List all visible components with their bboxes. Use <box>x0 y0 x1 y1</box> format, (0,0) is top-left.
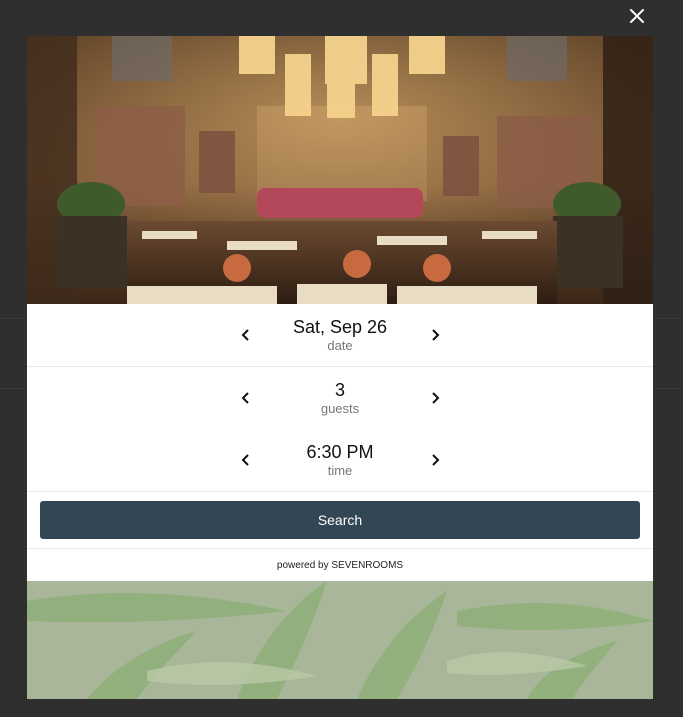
chevron-right-icon <box>432 329 440 341</box>
date-caption: date <box>327 338 353 353</box>
time-selector: 6:30 PM time <box>27 429 653 492</box>
next-time-button[interactable] <box>425 447 447 473</box>
date-value: Sat, Sep 26 <box>292 317 388 337</box>
restaurant-photo <box>27 36 653 304</box>
next-date-button[interactable] <box>425 322 447 348</box>
reservation-modal: Sat, Sep 26 date 3 guests 6:30 PM time S… <box>27 36 653 699</box>
chevron-right-icon <box>432 454 440 466</box>
increase-guests-button[interactable] <box>425 385 447 411</box>
guests-value: 3 <box>334 380 345 400</box>
guests-caption: guests <box>320 401 360 416</box>
powered-by-text: powered by SEVENROOMS <box>276 560 404 571</box>
date-selector: Sat, Sep 26 date <box>27 304 653 367</box>
time-caption: time <box>327 463 353 478</box>
close-button[interactable] <box>624 4 650 30</box>
guests-selector: 3 guests <box>27 367 653 430</box>
palm-leaves-background <box>27 581 653 699</box>
chevron-right-icon <box>432 392 440 404</box>
time-value: 6:30 PM <box>306 442 374 462</box>
powered-by-footer: powered by SEVENROOMS <box>27 548 653 581</box>
close-icon <box>630 9 644 23</box>
search-button[interactable]: Search <box>40 501 640 539</box>
